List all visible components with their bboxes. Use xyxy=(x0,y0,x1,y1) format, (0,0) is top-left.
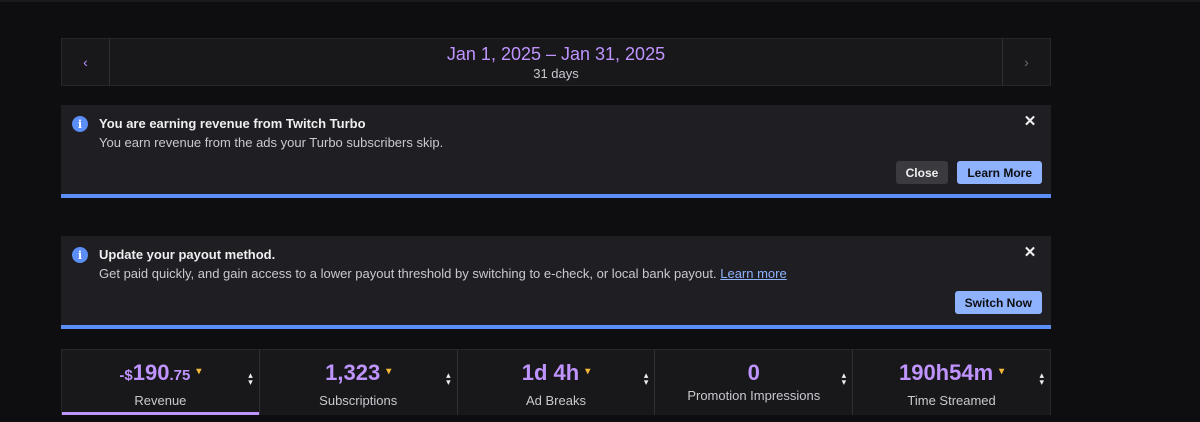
close-button[interactable]: Close xyxy=(895,161,949,184)
subscriptions-value: 1,323 xyxy=(325,360,381,385)
learn-more-button[interactable]: Learn More xyxy=(957,161,1042,184)
trend-down-icon: ▾ xyxy=(585,366,591,377)
metric-value: 1,323 ▾ xyxy=(325,360,391,391)
sort-icon[interactable]: ▴ ▾ xyxy=(1039,371,1044,387)
metric-tab-subscriptions[interactable]: 1,323 ▾ Subscriptions ▴ ▾ xyxy=(260,350,458,415)
metric-label: Revenue xyxy=(134,393,187,408)
previous-period-button[interactable]: ‹ xyxy=(62,39,110,85)
currency-prefix: -$ xyxy=(119,367,133,384)
date-range-display[interactable]: Jan 1, 2025 – Jan 31, 2025 31 days xyxy=(110,39,1002,85)
alert-body-text: Get paid quickly, and gain access to a l… xyxy=(99,266,717,281)
info-icon: i xyxy=(72,116,88,132)
metric-tab-ad-breaks[interactable]: 1d 4h ▾ Ad Breaks ▴ ▾ xyxy=(458,350,656,415)
metric-tab-time-streamed[interactable]: 190h54m ▾ Time Streamed ▴ ▾ xyxy=(853,350,1050,415)
revenue-cents: .75 xyxy=(169,367,191,384)
metric-label: Subscriptions xyxy=(319,393,398,408)
dismiss-alert-button[interactable]: ✕ xyxy=(1023,113,1037,130)
date-range-navigator: ‹ Jan 1, 2025 – Jan 31, 2025 31 days › xyxy=(61,38,1051,86)
trend-down-icon: ▾ xyxy=(196,366,202,377)
chevron-left-icon: ‹ xyxy=(83,54,88,70)
metric-value: 1d 4h ▾ xyxy=(522,360,591,391)
dashboard-content: ‹ Jan 1, 2025 – Jan 31, 2025 31 days › i… xyxy=(61,38,1051,415)
info-icon: i xyxy=(72,247,88,263)
metrics-tabs: -$190.75 ▾ Revenue ▴ ▾ 1,323 ▾ Subscripti… xyxy=(61,349,1051,415)
date-range-label: Jan 1, 2025 – Jan 31, 2025 xyxy=(446,43,666,64)
dismiss-alert-button[interactable]: ✕ xyxy=(1023,244,1037,261)
revenue-dollars: 190 xyxy=(132,360,170,385)
metric-value: 190h54m ▾ xyxy=(899,360,1004,391)
sort-icon[interactable]: ▴ ▾ xyxy=(842,371,847,387)
promotion-impressions-value: 0 xyxy=(747,360,760,385)
chevron-right-icon: › xyxy=(1024,54,1029,70)
turbo-revenue-alert: i You are earning revenue from Twitch Tu… xyxy=(61,105,1051,198)
metric-tab-promotion-impressions[interactable]: 0 Promotion Impressions ▴ ▾ xyxy=(655,350,854,415)
sort-icon[interactable]: ▴ ▾ xyxy=(446,371,451,387)
metric-label: Time Streamed xyxy=(907,393,996,408)
ad-breaks-value: 1d 4h xyxy=(521,360,580,385)
sort-icon[interactable]: ▴ ▾ xyxy=(644,371,649,387)
metric-label: Promotion Impressions xyxy=(687,388,821,403)
trend-down-icon: ▾ xyxy=(386,366,392,377)
metric-value: -$190.75 ▾ xyxy=(119,360,201,391)
day-count-label: 31 days xyxy=(533,65,579,81)
close-icon: ✕ xyxy=(1023,113,1037,130)
alert-body: You earn revenue from the ads your Turbo… xyxy=(99,135,444,150)
alert-title: You are earning revenue from Twitch Turb… xyxy=(99,116,366,131)
close-icon: ✕ xyxy=(1023,244,1037,261)
next-period-button[interactable]: › xyxy=(1002,39,1050,85)
switch-now-button[interactable]: Switch Now xyxy=(954,291,1042,314)
trend-down-icon: ▾ xyxy=(999,366,1005,377)
learn-more-link[interactable]: Learn more xyxy=(720,266,786,281)
time-streamed-value: 190h54m xyxy=(898,360,994,385)
top-strip xyxy=(0,0,1200,2)
alert-title: Update your payout method. xyxy=(99,247,276,262)
alert-body: Get paid quickly, and gain access to a l… xyxy=(99,266,787,281)
sort-icon[interactable]: ▴ ▾ xyxy=(248,371,253,387)
metric-tab-revenue[interactable]: -$190.75 ▾ Revenue ▴ ▾ xyxy=(62,350,260,415)
metric-value: 0 xyxy=(748,360,760,386)
payout-method-alert: i Update your payout method. Get paid qu… xyxy=(61,236,1051,329)
alert-actions: Switch Now xyxy=(954,291,1042,314)
metric-label: Ad Breaks xyxy=(526,393,586,408)
alert-actions: Close Learn More xyxy=(895,161,1042,184)
